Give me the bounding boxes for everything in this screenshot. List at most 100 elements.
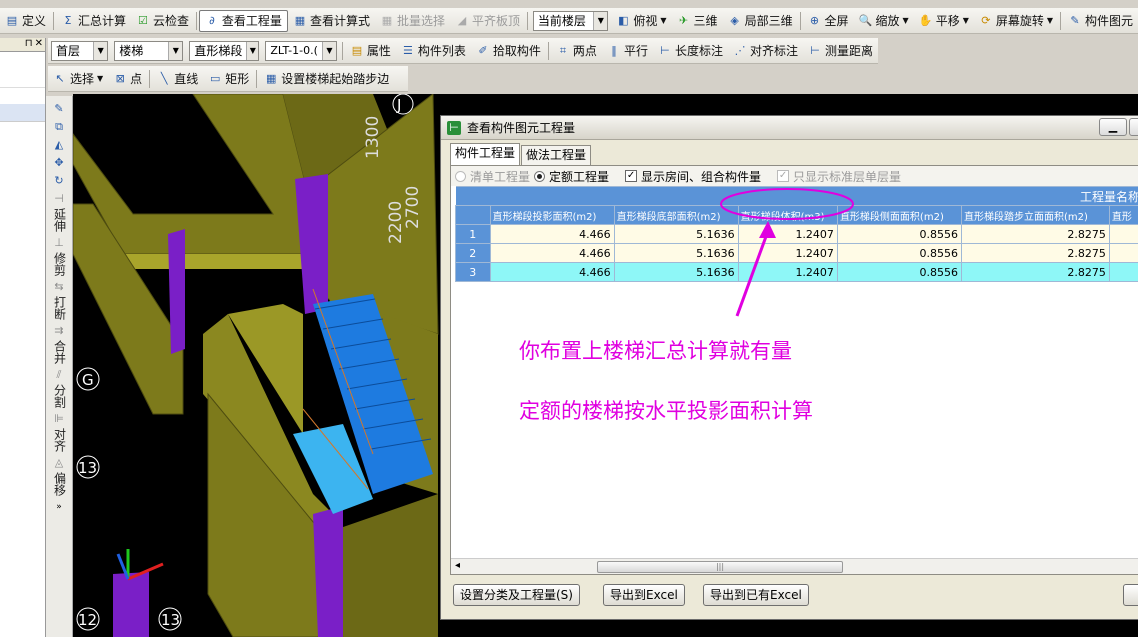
sigma-icon: Σ (64, 13, 72, 27)
set-stair-step-button[interactable]: ▦ 设置楼梯起始踏步边 (259, 68, 394, 90)
align-tool[interactable]: ⊫ 对齐 (51, 412, 67, 452)
property-button[interactable]: ▤ 属性 (345, 40, 396, 62)
pan-icon: ✋ (918, 13, 933, 27)
main-toolbar: ▤ 定义 Σ 汇总计算 ☑ 云检查 ∂ 查看工程量 ▦ 查看计算式 ▦ 批量选择 ◢ 平齐板顶… (0, 8, 1138, 34)
view-formula-button[interactable]: ▦ 查看计算式 (288, 10, 375, 32)
pick-component-button[interactable]: ✐ 拾取构件 (471, 40, 546, 62)
measure-distance-button[interactable]: ⊢ 测量距离 (803, 40, 878, 62)
export-existing-excel-button[interactable]: 导出到已有Excel (703, 584, 809, 606)
dialog-tabs: 构件工程量 做法工程量 (450, 143, 592, 165)
category-combo[interactable]: 楼梯 ▼ (114, 40, 184, 61)
extend-icon: ⊣ (54, 192, 64, 205)
align-slab-top-button[interactable]: ◢ 平齐板顶 (450, 10, 525, 32)
separator (1060, 11, 1061, 30)
horizontal-scrollbar[interactable]: ◂ ||| (451, 558, 1138, 574)
close-icon[interactable]: ✕ (35, 38, 43, 51)
top-view-icon: ◧ (618, 13, 629, 27)
merge-tool[interactable]: ⇉ 合并 (51, 324, 67, 364)
3d-button[interactable]: ✈ 三维 (672, 10, 723, 32)
floor-combo[interactable]: 首层 ▼ (51, 40, 109, 61)
fullscreen-button[interactable]: ⊕ 全屏 (803, 10, 854, 32)
minimize-button[interactable]: ▁ (1099, 118, 1127, 136)
pan-button[interactable]: ✋ 平移 ▼ (914, 10, 974, 32)
local-3d-icon: ◈ (730, 13, 739, 27)
dialog-titlebar[interactable]: ⊢ 查看构件图元工程量 (441, 116, 1138, 140)
batch-select-icon: ▦ (381, 13, 393, 27)
annotation-text: 定额的楼梯按水平投影面积计算 (519, 399, 813, 423)
type-combo[interactable]: 直形梯段 ▼ (189, 40, 260, 61)
extend-tool[interactable]: ⊣ 延伸 (51, 192, 67, 232)
move-icon[interactable]: ✥ (52, 156, 66, 170)
axis-label: 12 (78, 611, 97, 629)
trim-tool[interactable]: ⊥ 修剪 (51, 236, 67, 276)
column (113, 572, 149, 637)
column (313, 506, 343, 637)
rotate-button[interactable]: ⟳ 屏幕旋转 ▼ (974, 10, 1058, 32)
column (168, 229, 185, 354)
brush-icon[interactable]: ✎ (52, 102, 66, 116)
split-tool[interactable]: ⫽ 分割 (51, 368, 67, 408)
separator (149, 69, 151, 88)
chevron-down-icon: ▼ (168, 41, 183, 60)
set-classification-button[interactable]: 设置分类及工程量(S) (453, 584, 580, 606)
define-button[interactable]: ▤ 定义 (0, 10, 51, 32)
modify-toolbar: ✎ ⧉ ◭ ✥ ↻ ⊣ 延伸 ⊥ 修剪 ⇆ 打断 ⇉ 合并 ⫽ 分割 ⊫ 对齐 ◬ 偏移 » (46, 96, 73, 637)
align-dim-button[interactable]: ⋰ 对齐标注 (728, 40, 803, 62)
local-3d-button[interactable]: ◈ 局部三维 (723, 10, 798, 32)
scrollbar-thumb[interactable]: ||| (597, 561, 843, 573)
summary-calc-button[interactable]: Σ 汇总计算 (56, 10, 131, 32)
view-quantity-button[interactable]: ∂ 查看工程量 (198, 9, 288, 32)
length-dim-button[interactable]: ⊢ 长度标注 (653, 40, 728, 62)
annotation-text: 你布置上楼梯汇总计算就有量 (519, 339, 792, 363)
arrow-head-icon (759, 221, 776, 238)
stair-step-icon: ▦ (266, 71, 277, 85)
parallel-icon: ‖ (611, 43, 617, 57)
line-button[interactable]: ╲ 直线 (152, 68, 203, 90)
tab-method-quantity[interactable]: 做法工程量 (521, 145, 592, 165)
dialog-title: 查看构件图元工程量 (467, 121, 576, 135)
floor-select[interactable]: 当前楼层 ▼ (532, 10, 609, 31)
align-slab-icon: ◢ (457, 13, 467, 27)
batch-select-button[interactable]: ▦ 批量选择 (375, 10, 450, 32)
close-button[interactable]: ✕ (1129, 118, 1138, 136)
define-icon: ▤ (6, 13, 18, 27)
scroll-left-icon[interactable]: ◂ (455, 560, 460, 571)
cloud-check-button[interactable]: ☑ 云检查 (131, 10, 194, 32)
separator (53, 11, 54, 30)
view-quantity-icon: ∂ (209, 13, 215, 27)
panel-row-selected[interactable] (0, 104, 45, 122)
copy-icon[interactable]: ⧉ (52, 120, 66, 134)
select-button[interactable]: ↖ 选择 ▼ (48, 68, 108, 90)
axis-label: 13 (78, 459, 97, 477)
offset-tool[interactable]: ◬ 偏移 (51, 456, 67, 496)
two-point-button[interactable]: ⌗ 两点 (551, 40, 602, 62)
component-combo[interactable]: ZLT-1-0.(▼ (265, 40, 337, 61)
chevron-down-icon[interactable]: » (52, 500, 66, 514)
list-icon: ☰ (402, 43, 413, 57)
component-list-button[interactable]: ☰ 构件列表 (396, 40, 471, 62)
merge-icon: ⇉ (54, 324, 64, 337)
top-view-button[interactable]: ◧ 俯视 ▼ (611, 10, 671, 32)
trim-icon: ⊥ (54, 236, 64, 249)
parallel-button[interactable]: ‖ 平行 (602, 40, 653, 62)
tab-component-quantity[interactable]: 构件工程量 (450, 143, 521, 165)
component-toolbar: 首层 ▼ 楼梯 ▼ 直形梯段 ▼ ZLT-1-0.(▼ ▤ 属性 ☰ 构件列表 ✐ 拾取构件… (48, 38, 878, 64)
separator (547, 41, 549, 60)
pin-icon[interactable]: ⊓ (25, 38, 33, 51)
separator (799, 11, 801, 30)
mirror-icon[interactable]: ◭ (52, 138, 66, 152)
ok-button[interactable] (1123, 584, 1138, 606)
dimension-label: 2200 (386, 201, 406, 244)
draw-toolbar: ↖ 选择 ▼ ⊠ 点 ╲ 直线 ▭ 矩形 ▦ 设置楼梯起始踏步边 (48, 66, 408, 92)
quantity-dialog: ⊢ 查看构件图元工程量 ▁ ✕ 构件工程量 做法工程量 清单工程量 定额工程量 … (440, 115, 1138, 620)
break-tool[interactable]: ⇆ 打断 (51, 280, 67, 320)
separator (526, 11, 528, 30)
zoom-button[interactable]: 🔍 缩放 ▼ (854, 10, 914, 32)
export-excel-button[interactable]: 导出到Excel (603, 584, 685, 606)
rotate-icon[interactable]: ↻ (52, 174, 66, 188)
rect-button[interactable]: ▭ 矩形 (203, 68, 254, 90)
component-button[interactable]: ✎ 构件图元 (1063, 10, 1138, 32)
point-button[interactable]: ⊠ 点 (108, 68, 147, 90)
rect-icon: ▭ (210, 71, 221, 85)
fullscreen-icon: ⊕ (809, 13, 820, 27)
